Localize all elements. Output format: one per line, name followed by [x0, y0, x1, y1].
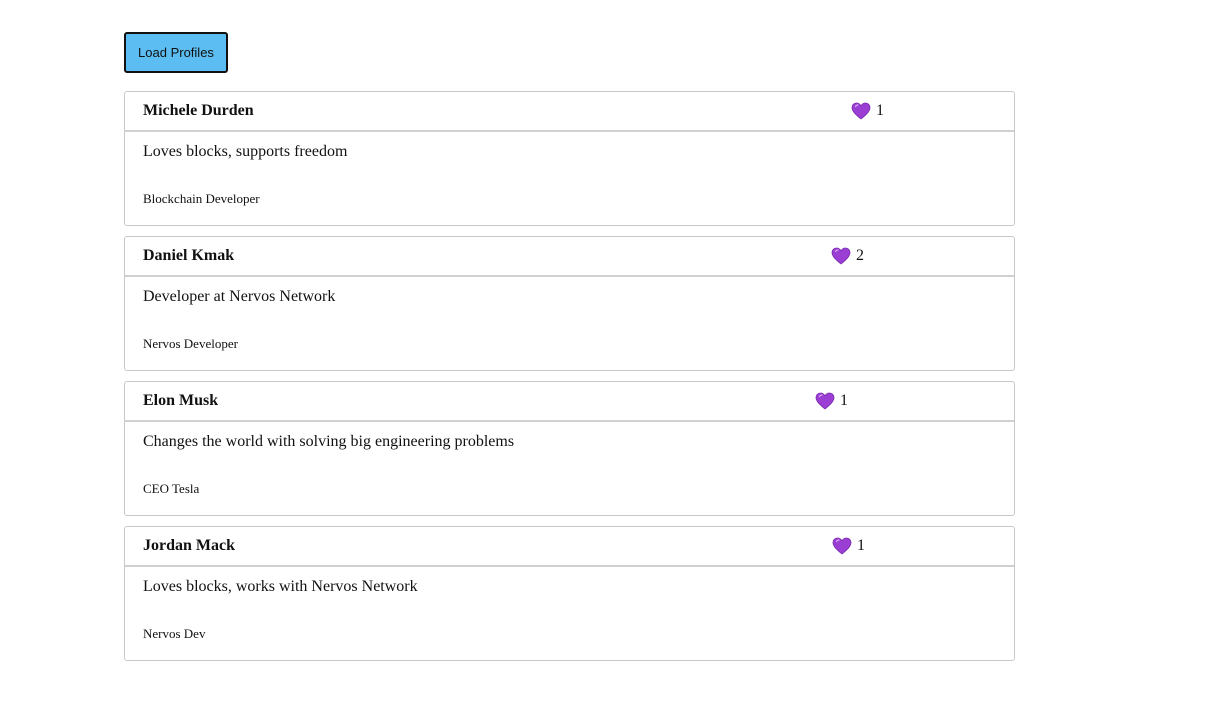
like-button[interactable]: 1 — [815, 392, 848, 410]
profile-role: Nervos Developer — [143, 336, 238, 351]
load-profiles-button[interactable]: Load Profiles — [124, 32, 228, 73]
profile-role: Blockchain Developer — [143, 191, 260, 206]
profile-name: Elon Musk — [143, 392, 219, 409]
profile-name: Jordan Mack — [143, 537, 235, 554]
like-button[interactable]: 1 — [851, 102, 884, 120]
like-button[interactable]: 1 — [832, 537, 865, 555]
profile-card-header: Michele Durden 1 — [125, 92, 1014, 132]
profile-role: CEO Tesla — [143, 481, 200, 496]
like-button[interactable]: 2 — [831, 247, 864, 265]
profile-card: Michele Durden 1 Loves blocks, supports … — [124, 91, 1015, 226]
profile-card-header: Jordan Mack 1 — [125, 527, 1014, 567]
profile-bio: Loves blocks, works with Nervos Network — [143, 578, 418, 595]
profile-card-header: Elon Musk 1 — [125, 382, 1014, 422]
purple-heart-icon — [832, 537, 852, 555]
profile-name: Daniel Kmak — [143, 247, 235, 264]
like-count: 2 — [856, 247, 864, 264]
purple-heart-icon — [831, 247, 851, 265]
profile-bio: Loves blocks, supports freedom — [143, 143, 348, 160]
profile-name: Michele Durden — [143, 102, 254, 119]
profile-list: Michele Durden 1 Loves blocks, supports … — [124, 91, 1015, 671]
profile-card: Jordan Mack 1 Loves blocks, works with N… — [124, 526, 1015, 661]
profile-card-header: Daniel Kmak 2 — [125, 237, 1014, 277]
profile-card: Daniel Kmak 2 Developer at Nervos Networ… — [124, 236, 1015, 371]
profile-bio: Changes the world with solving big engin… — [143, 433, 515, 450]
profile-role: Nervos Dev — [143, 626, 206, 641]
profile-bio: Developer at Nervos Network — [143, 288, 336, 305]
like-count: 1 — [840, 392, 848, 409]
purple-heart-icon — [815, 392, 835, 410]
purple-heart-icon — [851, 102, 871, 120]
like-count: 1 — [857, 537, 865, 554]
like-count: 1 — [876, 102, 884, 119]
profile-card: Elon Musk 1 Changes the world with solvi… — [124, 381, 1015, 516]
